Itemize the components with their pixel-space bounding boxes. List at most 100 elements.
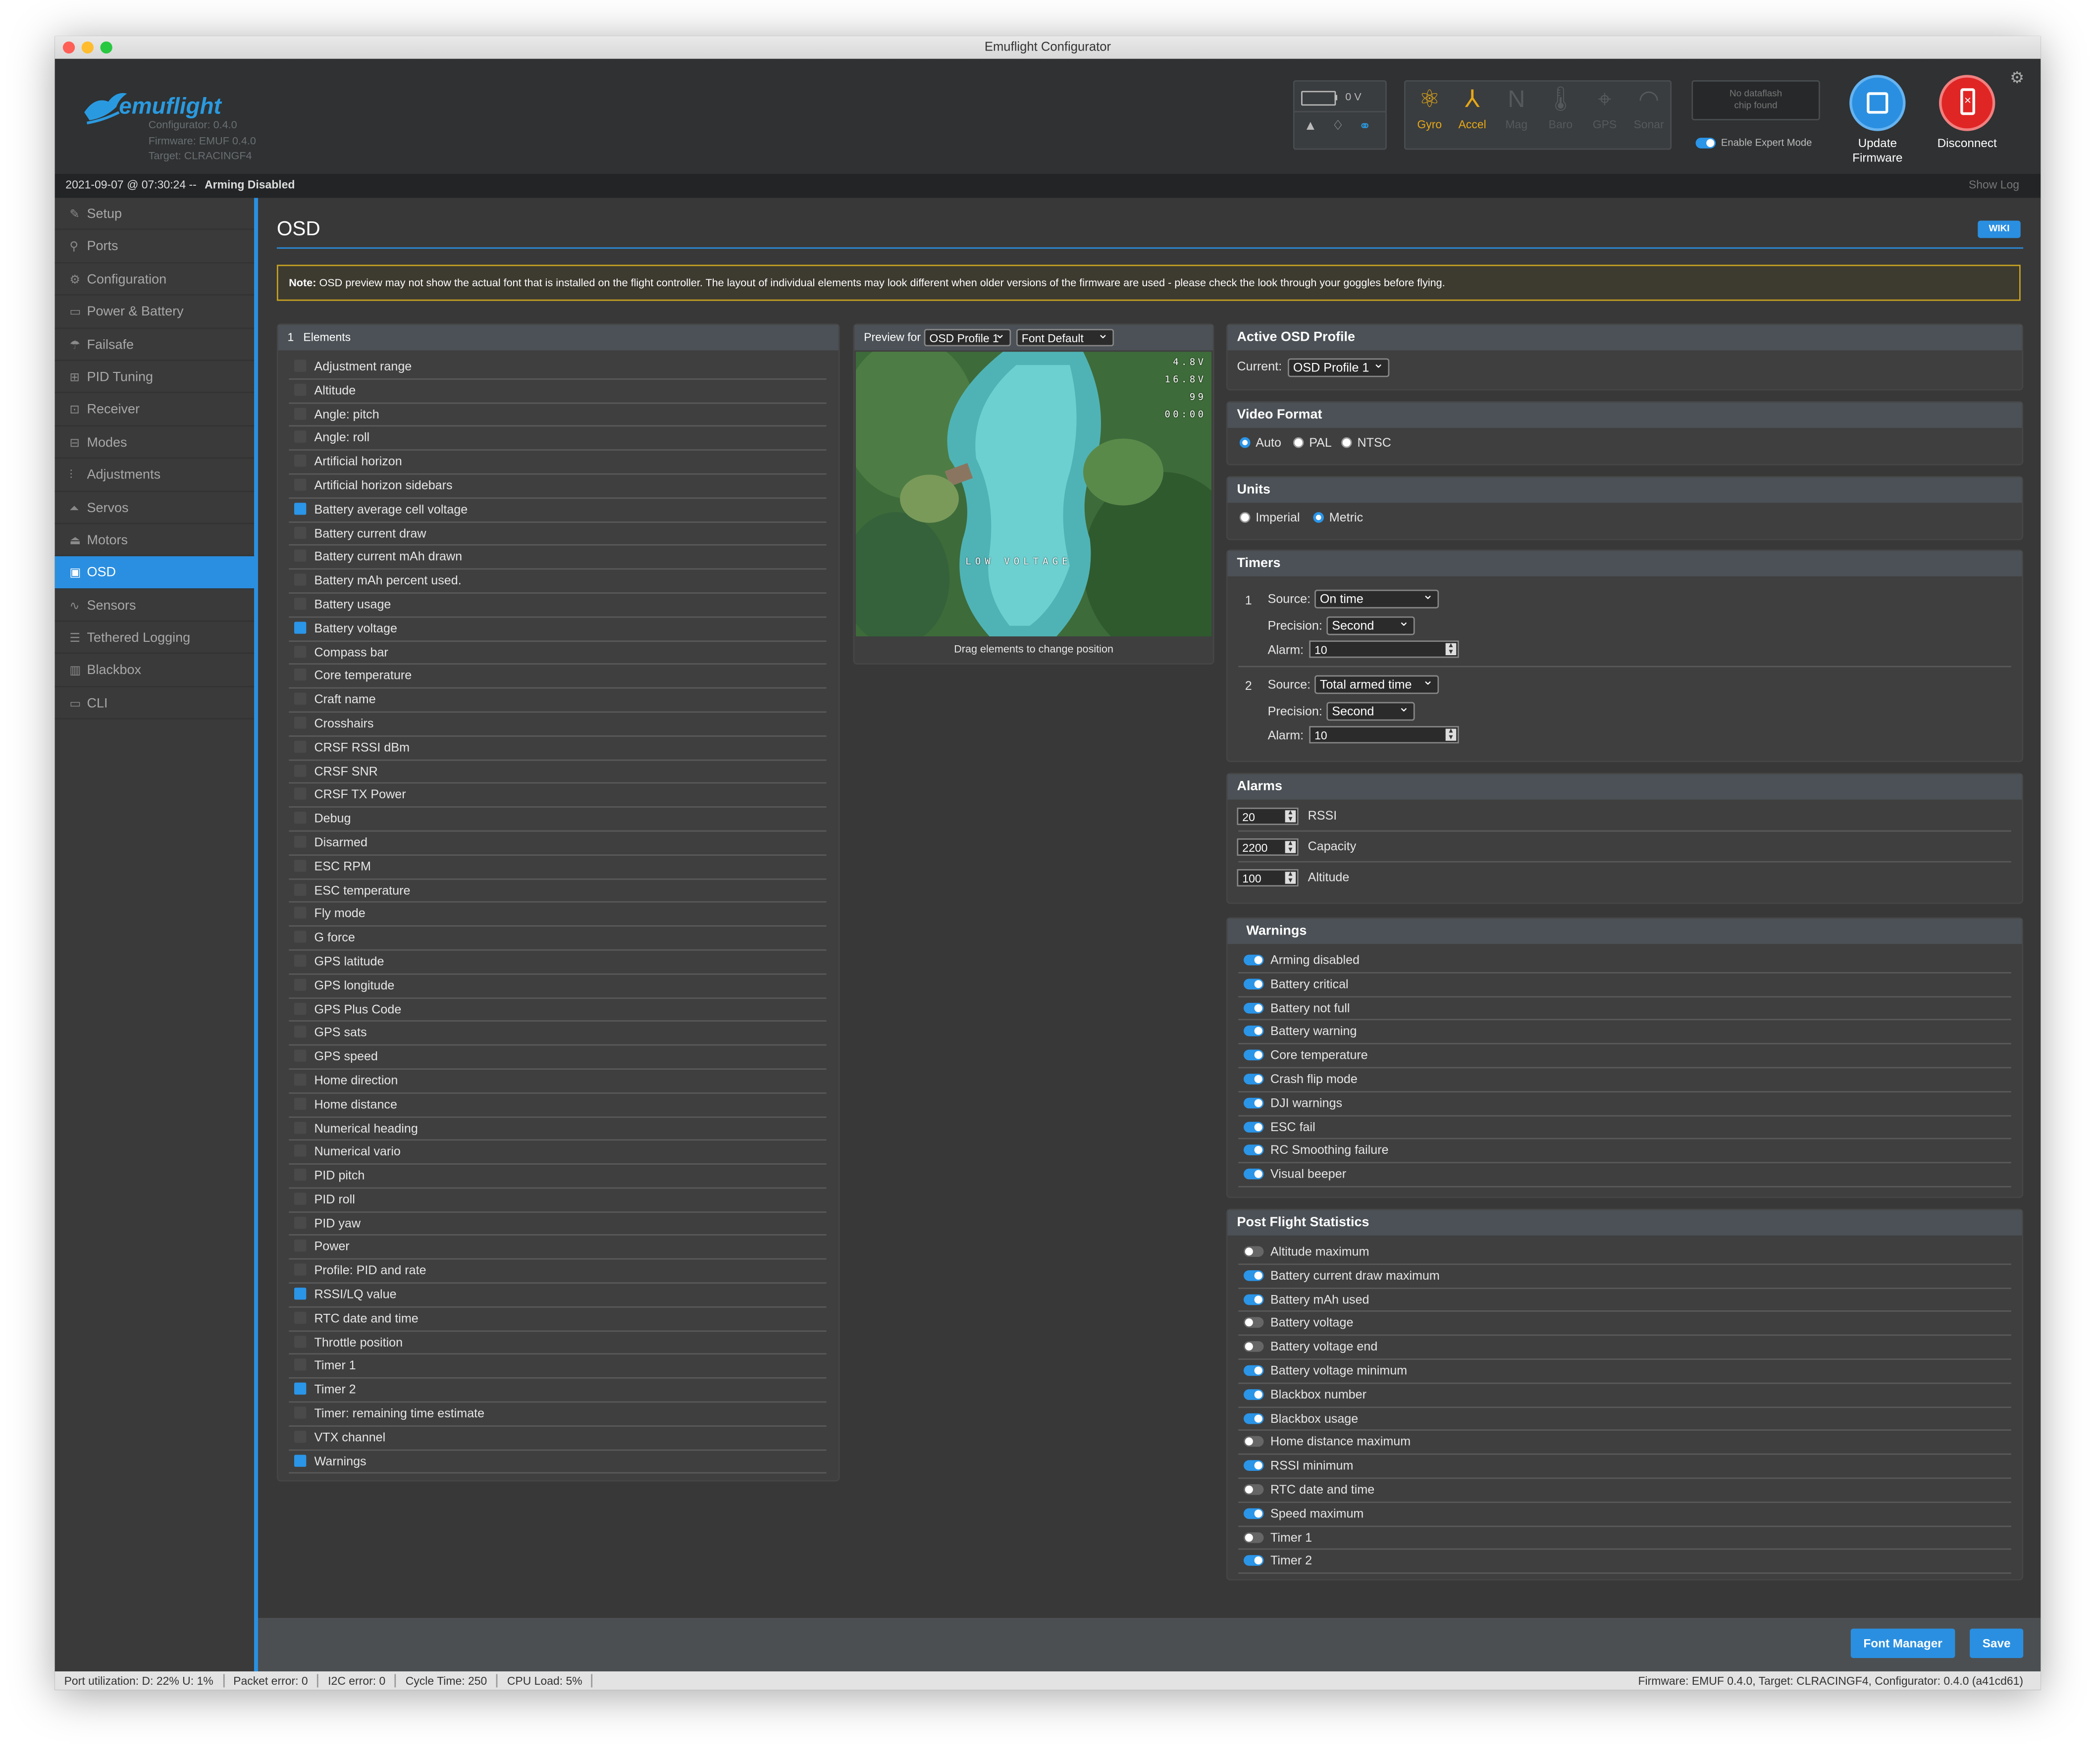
element-checkbox[interactable] [294,1359,307,1371]
settings-gear-icon[interactable]: ⚙ [2010,68,2024,87]
osd-avg-cell-voltage[interactable]: 4.8V [1164,355,1206,372]
element-checkbox[interactable] [294,383,307,396]
element-checkbox[interactable] [294,1073,307,1086]
toggle-switch[interactable] [1244,1365,1264,1376]
element-checkbox[interactable] [294,360,307,372]
element-checkbox[interactable] [294,669,307,681]
element-checkbox[interactable] [294,1288,307,1300]
toggle-switch[interactable] [1244,1556,1264,1566]
timer-2-source-select[interactable]: Total armed time [1314,673,1439,694]
element-checkbox[interactable] [294,1121,307,1134]
element-checkbox[interactable] [294,954,307,967]
element-checkbox[interactable] [294,455,307,467]
toggle-switch[interactable] [1244,1507,1264,1519]
units-imperial-radio[interactable] [1239,512,1251,523]
toggle-switch[interactable] [1244,1460,1264,1471]
show-log-link[interactable]: Show Log [1969,178,2019,191]
sidebar-item-setup[interactable]: ✎ Setup [54,198,254,231]
element-checkbox[interactable] [294,502,307,515]
sidebar-item-servos[interactable]: ⏶ Servos [54,491,254,524]
alarm-capacity-input[interactable]: 2200 ▴ ▾ [1237,838,1299,856]
osd-low-voltage-warning[interactable]: LOW VOLTAGE [965,556,1071,567]
element-checkbox[interactable] [294,1430,307,1443]
osd-timer[interactable]: 00:00 [1164,407,1206,424]
expert-mode-toggle[interactable] [1695,138,1716,149]
toggle-switch[interactable] [1244,1097,1264,1108]
sidebar-item-modes[interactable]: ⊟ Modes [54,426,254,459]
element-checkbox[interactable] [294,883,307,895]
timer-1-precision-select[interactable]: Second [1326,614,1415,635]
element-checkbox[interactable] [294,693,307,705]
element-checkbox[interactable] [294,1002,307,1014]
sidebar-item-blackbox[interactable]: ▥ Blackbox [54,655,254,687]
element-checkbox[interactable] [294,550,307,563]
element-checkbox[interactable] [294,573,307,586]
sidebar-item-tethered-logging[interactable]: ☰ Tethered Logging [54,622,254,655]
element-checkbox[interactable] [294,478,307,491]
toggle-switch[interactable] [1244,1169,1264,1180]
save-button[interactable]: Save [1970,1628,2024,1658]
toggle-switch[interactable] [1244,1412,1264,1424]
element-checkbox[interactable] [294,835,307,848]
disconnect-button[interactable]: × [1939,75,1995,131]
toggle-switch[interactable] [1244,1026,1264,1037]
preview-profile-select[interactable]: OSD Profile 1 [924,326,1011,347]
alarm-capacity-stepper[interactable]: ▴ ▾ [1285,840,1296,854]
video-auto-radio[interactable] [1239,437,1251,448]
toggle-switch[interactable] [1244,1270,1264,1281]
element-checkbox[interactable] [294,1049,307,1062]
element-checkbox[interactable] [294,1193,307,1205]
timer-2-alarm-stepper[interactable]: ▴ ▾ [1445,727,1457,741]
sidebar-item-motors[interactable]: ⏏ Motors [54,524,254,557]
element-checkbox[interactable] [294,788,307,800]
toggle-switch[interactable] [1244,954,1264,966]
element-checkbox[interactable] [294,1240,307,1252]
toggle-switch[interactable] [1244,1389,1264,1400]
element-checkbox[interactable] [294,597,307,610]
alarm-altitude-input[interactable]: 100 ▴ ▾ [1237,869,1299,887]
element-checkbox[interactable] [294,931,307,943]
element-checkbox[interactable] [294,859,307,872]
sidebar-item-cli[interactable]: ▭ CLI [54,687,254,720]
element-checkbox[interactable] [294,645,307,658]
element-checkbox[interactable] [294,431,307,443]
element-checkbox[interactable] [294,1335,307,1348]
element-checkbox[interactable] [294,1026,307,1038]
element-checkbox[interactable] [294,621,307,634]
toggle-switch[interactable] [1244,978,1264,989]
toggle-switch[interactable] [1244,1317,1264,1329]
element-checkbox[interactable] [294,978,307,990]
toggle-switch[interactable] [1244,1145,1264,1156]
toggle-switch[interactable] [1244,1484,1264,1495]
sidebar-item-configuration[interactable]: ⚙ Configuration [54,263,254,296]
current-profile-select[interactable]: OSD Profile 1 [1288,356,1390,377]
element-checkbox[interactable] [294,526,307,538]
units-metric-radio[interactable] [1313,512,1324,523]
toggle-switch[interactable] [1244,1294,1264,1305]
element-checkbox[interactable] [294,1311,307,1324]
toggle-switch[interactable] [1244,1436,1264,1448]
timer-1-source-select[interactable]: On time [1314,587,1439,609]
toggle-switch[interactable] [1244,1341,1264,1352]
alarm-rssi-input[interactable]: 20 ▴ ▾ [1237,807,1299,825]
osd-rssi[interactable]: 99 [1164,389,1206,407]
timer-2-alarm-input[interactable]: 10 ▴ ▾ [1309,726,1459,744]
sidebar-item-pid-tuning[interactable]: ⊞ PID Tuning [54,361,254,394]
sidebar-item-ports[interactable]: ⚲ Ports [54,230,254,263]
element-checkbox[interactable] [294,764,307,777]
video-ntsc-radio[interactable] [1341,437,1352,448]
element-checkbox[interactable] [294,717,307,729]
toggle-switch[interactable] [1244,1532,1264,1543]
element-checkbox[interactable] [294,1383,307,1395]
toggle-switch[interactable] [1244,1002,1264,1013]
element-checkbox[interactable] [294,740,307,753]
element-checkbox[interactable] [294,407,307,419]
toggle-switch[interactable] [1244,1246,1264,1257]
sidebar-item-osd[interactable]: ▣ OSD [54,557,254,589]
timer-2-precision-select[interactable]: Second [1326,699,1415,721]
element-checkbox[interactable] [294,1097,307,1110]
alarm-rssi-stepper[interactable]: ▴ ▾ [1285,809,1296,823]
sidebar-item-sensors[interactable]: ∿ Sensors [54,589,254,622]
wiki-button[interactable]: WIKI [1978,220,2021,238]
update-firmware-button[interactable] [1849,75,1906,131]
